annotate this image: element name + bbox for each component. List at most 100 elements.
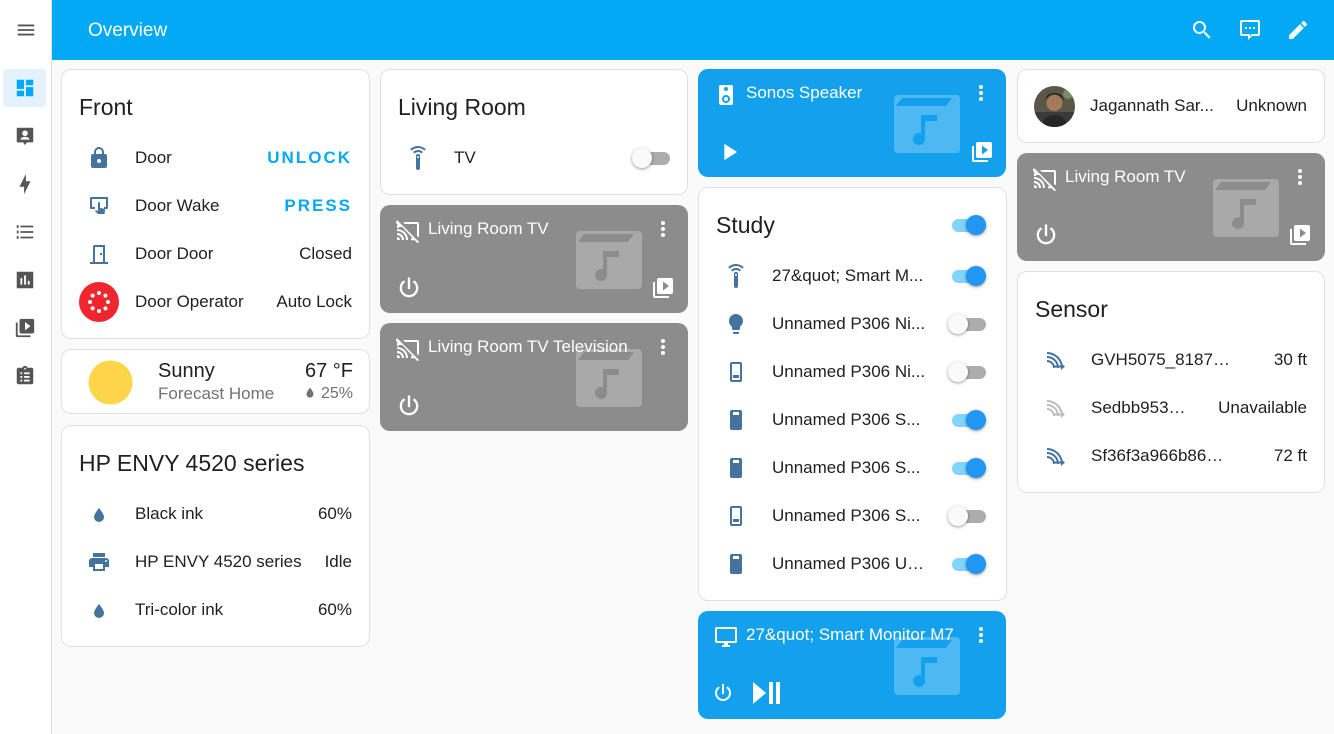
entity-row-printer[interactable]: HP ENVY 4520 series Idle bbox=[79, 542, 352, 582]
sidebar-item-overview[interactable] bbox=[3, 69, 46, 107]
assist-icon[interactable] bbox=[1238, 18, 1262, 42]
more-options-icon[interactable] bbox=[651, 217, 675, 241]
entity-toggle[interactable] bbox=[948, 554, 986, 574]
more-options-icon[interactable] bbox=[969, 623, 993, 647]
sunny-icon bbox=[88, 360, 133, 405]
tv-toggle[interactable] bbox=[632, 148, 670, 168]
entity-name: Sf36f3a966b86285f... bbox=[1091, 446, 1231, 465]
media-card-sonos-speaker[interactable]: Sonos Speaker bbox=[698, 69, 1006, 177]
entity-row-tri-color-ink[interactable]: Tri-color ink 60% bbox=[79, 590, 352, 630]
search-icon[interactable] bbox=[1190, 18, 1214, 42]
entity-row-door-wake[interactable]: Door Wake PRESS bbox=[79, 186, 352, 226]
entity-state: 60% bbox=[317, 504, 352, 523]
sidebar-item-history[interactable] bbox=[3, 261, 46, 299]
media-browse-icon[interactable] bbox=[1288, 223, 1312, 247]
entity-name: Unnamed P306 S... bbox=[772, 506, 921, 525]
more-options-icon[interactable] bbox=[1288, 165, 1312, 189]
power-icon[interactable] bbox=[711, 681, 735, 705]
power-icon[interactable] bbox=[395, 392, 423, 420]
press-button[interactable]: PRESS bbox=[284, 186, 352, 226]
sidebar-item-map[interactable] bbox=[3, 117, 46, 155]
media-title: Sonos Speaker bbox=[746, 83, 863, 102]
entity-row-door-door[interactable]: Door Door Closed bbox=[79, 234, 352, 274]
unlock-button[interactable]: UNLOCK bbox=[267, 138, 352, 178]
entity-state: Unavailable bbox=[1218, 398, 1307, 417]
media-placeholder-art bbox=[894, 95, 960, 153]
media-browse-icon[interactable] bbox=[651, 276, 675, 300]
lightning-icon bbox=[19, 173, 30, 195]
entity-row[interactable]: Unnamed P306 US... bbox=[716, 544, 989, 584]
weather-card[interactable]: Sunny Forecast Home 67 °F 25% bbox=[61, 349, 370, 414]
signal-distance-icon bbox=[1035, 444, 1075, 468]
top-app-bar: Overview bbox=[52, 0, 1334, 60]
entity-row[interactable]: Unnamed P306 S... bbox=[716, 400, 989, 440]
entity-state: 72 ft bbox=[1273, 446, 1307, 465]
study-group-toggle[interactable] bbox=[948, 215, 986, 235]
entity-name: Door Operator bbox=[135, 292, 244, 311]
media-browse-icon[interactable] bbox=[970, 140, 994, 164]
sidebar-item-logbook[interactable] bbox=[3, 213, 46, 251]
entity-toggle[interactable] bbox=[948, 458, 986, 478]
entity-toggle[interactable] bbox=[948, 266, 986, 286]
entity-row[interactable]: Sf36f3a966b86285f... 72 ft bbox=[1035, 436, 1307, 476]
sidebar-item-energy[interactable] bbox=[3, 165, 46, 203]
person-card[interactable]: Jagannath Sar... Unknown bbox=[1017, 69, 1325, 143]
sidebar-item-todo[interactable] bbox=[3, 357, 46, 395]
entity-toggle[interactable] bbox=[948, 362, 986, 382]
card-title: HP ENVY 4520 series bbox=[79, 450, 305, 476]
entity-name: Door Wake bbox=[135, 196, 220, 215]
entity-row[interactable]: Unnamed P306 Ni... bbox=[716, 304, 989, 344]
play-pause-icon[interactable] bbox=[751, 679, 783, 707]
entity-toggle[interactable] bbox=[948, 314, 986, 334]
media-card-living-room-tv[interactable]: Living Room TV bbox=[380, 205, 688, 313]
outlet-off-icon bbox=[716, 360, 756, 384]
weather-humidity: 25% bbox=[320, 385, 353, 402]
power-icon[interactable] bbox=[1032, 221, 1060, 249]
account-box-icon bbox=[16, 127, 33, 146]
media-placeholder-art bbox=[576, 231, 642, 289]
dashboard-icon bbox=[16, 79, 33, 97]
entity-name: Unnamed P306 S... bbox=[772, 458, 921, 477]
more-options-icon[interactable] bbox=[969, 81, 993, 105]
more-options-icon[interactable] bbox=[651, 335, 675, 359]
media-card-living-room-tv-television[interactable]: Living Room TV Television bbox=[380, 323, 688, 431]
door-icon bbox=[79, 242, 119, 266]
entity-row[interactable]: Unnamed P306 S... bbox=[716, 448, 989, 488]
media-card-smart-monitor[interactable]: 27&quot; Smart Monitor M7 bbox=[698, 611, 1006, 719]
entity-name: HP ENVY 4520 series bbox=[135, 552, 302, 571]
entity-row[interactable]: Sedbb95370... Unavailable bbox=[1035, 388, 1307, 428]
entity-row[interactable]: Unnamed P306 Ni... bbox=[716, 352, 989, 392]
media-placeholder-art bbox=[1213, 179, 1279, 237]
play-icon[interactable] bbox=[715, 138, 743, 166]
weather-temperature: 67 °F bbox=[304, 360, 353, 382]
study-card: Study 27&quot; Smart M... Unnamed P306 N… bbox=[698, 187, 1007, 601]
entity-name: Black ink bbox=[135, 504, 204, 523]
entity-row-tv[interactable]: TV bbox=[398, 138, 670, 178]
edit-icon[interactable] bbox=[1286, 18, 1310, 42]
card-title: Study bbox=[716, 212, 775, 238]
entity-name: Unnamed P306 Ni... bbox=[772, 314, 926, 333]
entity-name: Unnamed P306 US... bbox=[772, 554, 929, 573]
entity-state: 60% bbox=[317, 600, 352, 619]
power-icon[interactable] bbox=[395, 274, 423, 302]
entity-row-door[interactable]: Door UNLOCK bbox=[79, 138, 352, 178]
media-title: 27&quot; Smart Monitor M7 bbox=[746, 625, 954, 644]
media-card-living-room-tv-2[interactable]: Living Room TV bbox=[1017, 153, 1325, 261]
entity-toggle[interactable] bbox=[948, 410, 986, 430]
entity-state: Closed bbox=[299, 244, 352, 263]
lock-icon bbox=[79, 146, 119, 170]
entity-name: Unnamed P306 Ni... bbox=[772, 362, 926, 381]
chart-icon bbox=[16, 271, 33, 289]
entity-toggle[interactable] bbox=[948, 506, 986, 526]
operator-icon bbox=[79, 282, 119, 322]
entity-name: Door bbox=[135, 148, 172, 167]
entity-row[interactable]: 27&quot; Smart M... bbox=[716, 256, 989, 296]
entity-row[interactable]: Unnamed P306 S... bbox=[716, 496, 989, 536]
water-icon bbox=[79, 502, 119, 526]
entity-name: 27&quot; Smart M... bbox=[772, 266, 924, 285]
entity-row-door-operator[interactable]: Door Operator Auto Lock bbox=[79, 282, 352, 322]
sidebar-item-media[interactable] bbox=[3, 309, 46, 347]
entity-row-black-ink[interactable]: Black ink 60% bbox=[79, 494, 352, 534]
entity-row[interactable]: GVH5075_8187 Esti... 30 ft bbox=[1035, 340, 1307, 380]
menu-button[interactable] bbox=[0, 0, 52, 60]
